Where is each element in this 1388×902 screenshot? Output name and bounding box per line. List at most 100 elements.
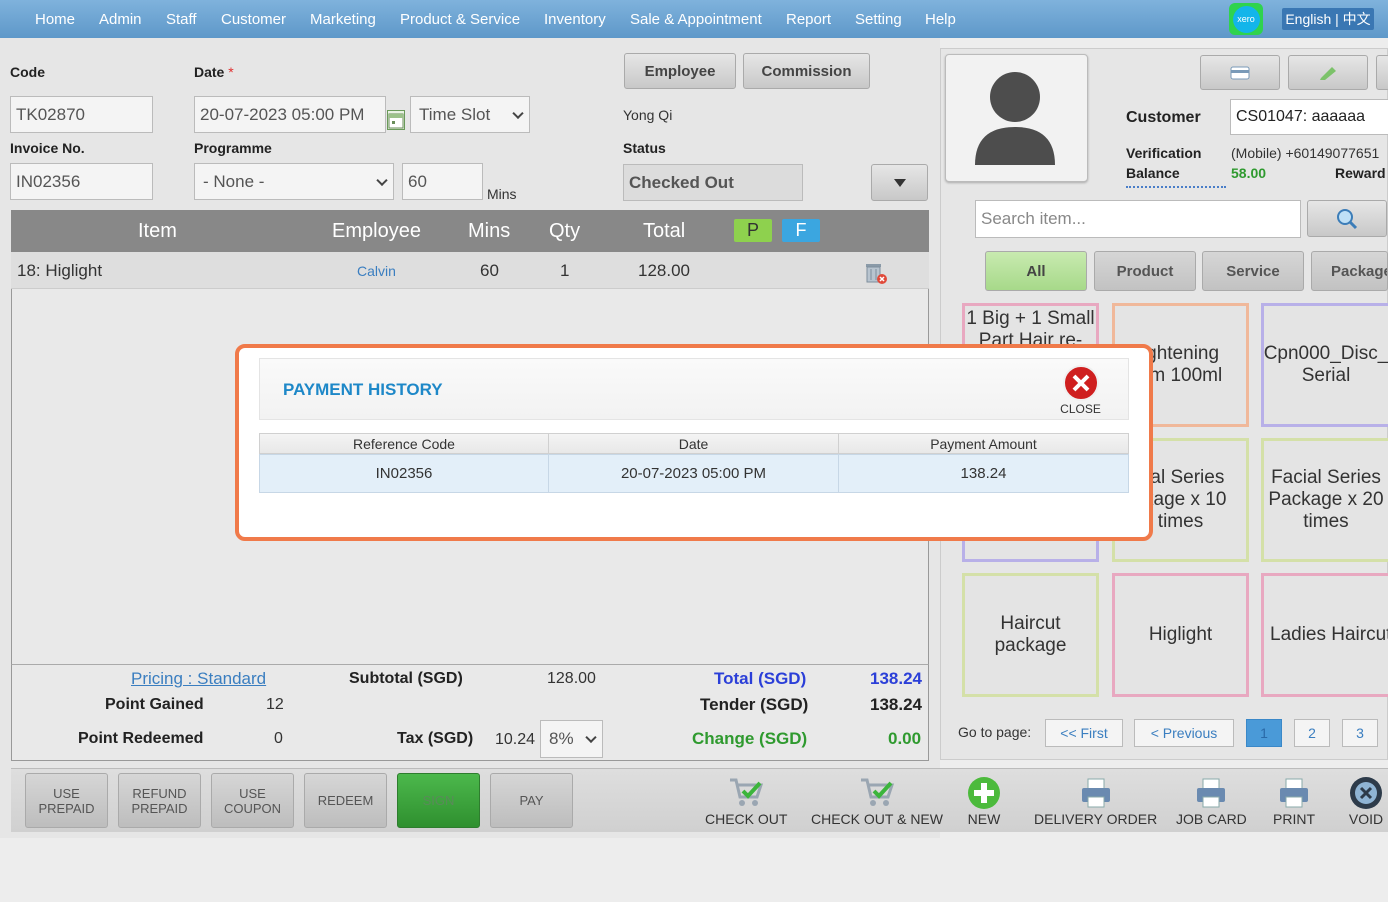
- point-gained-label: Point Gained: [105, 696, 204, 713]
- search-icon: [1337, 208, 1358, 229]
- nav-product-service[interactable]: Product & Service: [400, 11, 520, 28]
- nav-help[interactable]: Help: [925, 11, 956, 28]
- page-first-button[interactable]: << First: [1045, 719, 1123, 747]
- tax-value: 10.24: [495, 731, 536, 748]
- language-switch[interactable]: English | 中文: [1282, 8, 1374, 30]
- item-tile[interactable]: Ladies Haircut: [1261, 573, 1388, 697]
- item-tile[interactable]: Cpn000_Disc_ Serial: [1261, 303, 1388, 427]
- check-out-action[interactable]: CHECK OUT: [705, 775, 787, 827]
- chevron-down-icon: [376, 174, 388, 186]
- page-1-button[interactable]: 1: [1246, 719, 1282, 747]
- redeem-button[interactable]: REDEEM: [304, 773, 387, 828]
- search-item-input[interactable]: Search item...: [975, 200, 1301, 238]
- col-reference-code: Reference Code: [259, 433, 549, 454]
- job-card-action[interactable]: JOB CARD: [1176, 775, 1247, 827]
- chevron-down-icon: [585, 731, 597, 744]
- nav-marketing[interactable]: Marketing: [310, 11, 376, 28]
- balance-label: Balance: [1126, 165, 1180, 181]
- more-button[interactable]: [1376, 55, 1388, 90]
- mins-unit-label: Mins: [487, 186, 517, 202]
- pricing-link[interactable]: Pricing : Standard: [131, 669, 266, 689]
- balance-value: 58.00: [1231, 165, 1267, 181]
- code-input[interactable]: TK02870: [10, 96, 153, 133]
- col-mins: Mins: [468, 220, 511, 242]
- nav-staff[interactable]: Staff: [166, 11, 197, 28]
- pay-button[interactable]: PAY: [490, 773, 573, 828]
- page-2-button[interactable]: 2: [1294, 719, 1330, 747]
- nav-home[interactable]: Home: [35, 11, 75, 28]
- date-label: Date *: [194, 64, 234, 80]
- delivery-order-label: DELIVERY ORDER: [1034, 811, 1158, 827]
- total-label: Total (SGD): [714, 669, 807, 688]
- verification-label: Verification: [1126, 145, 1202, 161]
- programme-select[interactable]: - None -: [194, 163, 394, 200]
- new-action[interactable]: NEW: [966, 775, 1002, 827]
- col-total: Total: [643, 220, 686, 242]
- use-coupon-button[interactable]: USE COUPON: [211, 773, 294, 828]
- trash-icon[interactable]: [862, 259, 888, 290]
- item-tile[interactable]: Facial Series Package x 20 times: [1261, 438, 1388, 562]
- nav-inventory[interactable]: Inventory: [544, 11, 606, 28]
- modal-close-button[interactable]: CLOSE: [1053, 364, 1108, 416]
- pencil-icon: [1320, 66, 1336, 80]
- change-label: Change (SGD): [692, 729, 808, 748]
- nav-report[interactable]: Report: [786, 11, 831, 28]
- category-all[interactable]: All: [985, 251, 1087, 291]
- row-employee-link[interactable]: Calvin: [357, 263, 396, 279]
- print-action[interactable]: PRINT: [1273, 775, 1315, 827]
- check-out-new-action[interactable]: CHECK OUT & NEW: [811, 775, 943, 827]
- nav-admin[interactable]: Admin: [99, 11, 142, 28]
- commission-button[interactable]: Commission: [743, 53, 870, 89]
- print-label: PRINT: [1273, 811, 1315, 827]
- page-previous-button[interactable]: < Previous: [1134, 719, 1234, 747]
- use-prepaid-button[interactable]: USE PREPAID: [25, 773, 108, 828]
- page-3-button[interactable]: 3: [1342, 719, 1378, 747]
- nav-setting[interactable]: Setting: [855, 11, 902, 28]
- customer-card-button[interactable]: [1200, 55, 1280, 90]
- programme-label: Programme: [194, 140, 272, 156]
- customer-input[interactable]: CS01047: aaaaaa: [1230, 99, 1388, 135]
- status-field: Checked Out: [623, 164, 803, 201]
- mins-input[interactable]: 60: [402, 163, 483, 200]
- sign-button[interactable]: SIGN: [397, 773, 480, 828]
- chevron-down-icon: [512, 107, 524, 119]
- date-input[interactable]: 20-07-2023 05:00 PM: [194, 96, 386, 133]
- tax-rate-select[interactable]: 8%: [540, 720, 603, 758]
- void-action[interactable]: VOID: [1348, 775, 1384, 827]
- category-package[interactable]: Package: [1311, 251, 1388, 291]
- point-redeemed-value: 0: [274, 730, 283, 747]
- f-badge[interactable]: F: [782, 219, 820, 242]
- category-service[interactable]: Service: [1202, 251, 1304, 291]
- calendar-icon[interactable]: [387, 110, 405, 130]
- nav-customer[interactable]: Customer: [221, 11, 286, 28]
- void-circle-icon: [1348, 775, 1384, 811]
- refund-prepaid-button[interactable]: REFUND PREPAID: [118, 773, 201, 828]
- item-tile[interactable]: Higlight: [1112, 573, 1249, 697]
- tender-label: Tender (SGD): [700, 695, 809, 714]
- delivery-order-action[interactable]: DELIVERY ORDER: [1034, 775, 1157, 827]
- customer-avatar[interactable]: [945, 54, 1088, 182]
- item-tile[interactable]: Haircut package: [962, 573, 1099, 697]
- col-item: Item: [138, 220, 177, 242]
- cart-check-icon: [727, 775, 765, 811]
- close-label: CLOSE: [1060, 402, 1101, 416]
- employee-button[interactable]: Employee: [624, 53, 736, 89]
- category-product[interactable]: Product: [1094, 251, 1196, 291]
- table-row[interactable]: 18: Higlight Calvin 60 1 128.00: [11, 252, 929, 289]
- p-badge[interactable]: P: [734, 219, 772, 242]
- verification-value: (Mobile) +60149077651: [1231, 145, 1380, 161]
- invoice-input[interactable]: IN02356: [10, 163, 153, 200]
- required-mark: *: [228, 64, 234, 80]
- row-date: 20-07-2023 05:00 PM: [548, 454, 839, 493]
- time-slot-select[interactable]: Time Slot: [410, 96, 530, 133]
- code-label: Code: [10, 64, 45, 80]
- items-table-header: Item Employee Mins Qty Total P F: [11, 210, 929, 252]
- search-button[interactable]: [1307, 200, 1387, 237]
- xero-button[interactable]: xero: [1229, 3, 1263, 35]
- close-icon: [1062, 365, 1099, 401]
- customer-edit-button[interactable]: [1288, 55, 1368, 90]
- subtotal-value: 128.00: [547, 670, 596, 687]
- status-dropdown-button[interactable]: [871, 164, 928, 201]
- subtotal-label: Subtotal (SGD): [349, 670, 463, 687]
- nav-sale-appointment[interactable]: Sale & Appointment: [630, 11, 762, 28]
